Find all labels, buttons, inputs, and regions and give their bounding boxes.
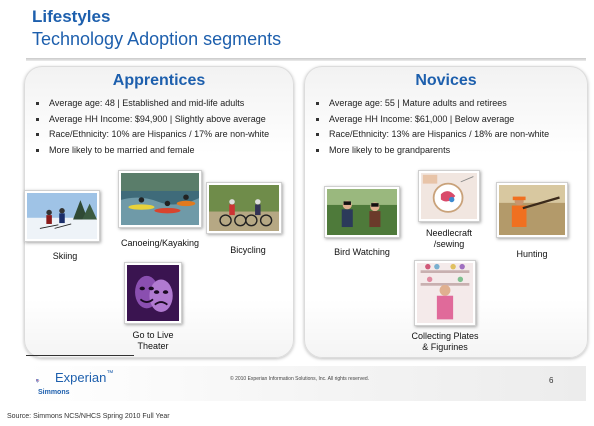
bullet-item: Average age: 48 | Established and mid-li… [34,96,288,112]
hunting-photo [496,182,568,238]
kayaking-caption: Canoeing/Kayaking [120,238,200,248]
brand-name: Experian™ [55,370,113,385]
brand-trademark: ™ [106,370,114,377]
bicycling-caption: Bicycling [230,245,266,255]
skiing-photo [24,190,100,242]
collecting-caption-line1: Collecting Plates [411,331,479,341]
footer-divider [26,355,134,356]
theater-caption-line2: Theater [137,341,169,351]
page-number: 6 [549,376,554,385]
bicycling-photo [206,182,282,234]
bullet-item: Race/Ethnicity: 13% are Hispanics / 18% … [314,127,582,143]
title-divider [26,58,586,61]
copyright-text: © 2010 Experian Information Solutions, I… [230,376,370,382]
bullet-item: Average age: 55 | Mature adults and reti… [314,96,582,112]
bullet-item: More likely to be married and female [34,143,288,159]
brand-sub: Simmons [38,389,70,396]
bullet-item: More likely to be grandparents [314,143,582,159]
needlecraft-caption-line1: Needlecraft [425,228,473,238]
birdwatching-caption: Bird Watching [334,247,390,257]
source-note: Source: Simmons NCS/NHCS Spring 2010 Ful… [7,413,170,420]
collecting-caption-line2: & Figurines [422,342,468,352]
brand-text: Experian [55,370,107,385]
needlecraft-caption-line2: /sewing [433,239,465,249]
theater-caption-line1: Go to Live [132,330,174,340]
novices-title: Novices [415,72,477,89]
needlecraft-caption: Needlecraft /sewing [412,228,486,250]
skiing-caption: Skiing [52,251,78,261]
novices-bullets: Average age: 55 | Mature adults and reti… [314,96,582,158]
collecting-caption: Collecting Plates & Figurines [396,331,494,353]
slide-title: Lifestyles [32,7,111,26]
slide: Lifestyles Technology Adoption segments … [0,0,594,411]
apprentices-title: Apprentices [112,72,206,89]
needlecraft-photo [418,170,480,222]
theater-caption: Go to Live Theater [118,330,188,352]
apprentices-bullets: Average age: 48 | Established and mid-li… [34,96,288,158]
slide-subtitle: Technology Adoption segments [32,29,282,49]
theater-photo [124,262,182,324]
collecting-photo [414,260,476,326]
bullet-item: Race/Ethnicity: 10% are Hispanics / 17% … [34,127,288,143]
bullet-item: Average HH Income: $94,900 | Slightly ab… [34,112,288,128]
hunting-caption: Hunting [516,249,548,259]
birdwatching-photo [324,186,400,238]
bullet-item: Average HH Income: $61,000 | Below avera… [314,112,582,128]
kayaking-photo [118,170,202,228]
